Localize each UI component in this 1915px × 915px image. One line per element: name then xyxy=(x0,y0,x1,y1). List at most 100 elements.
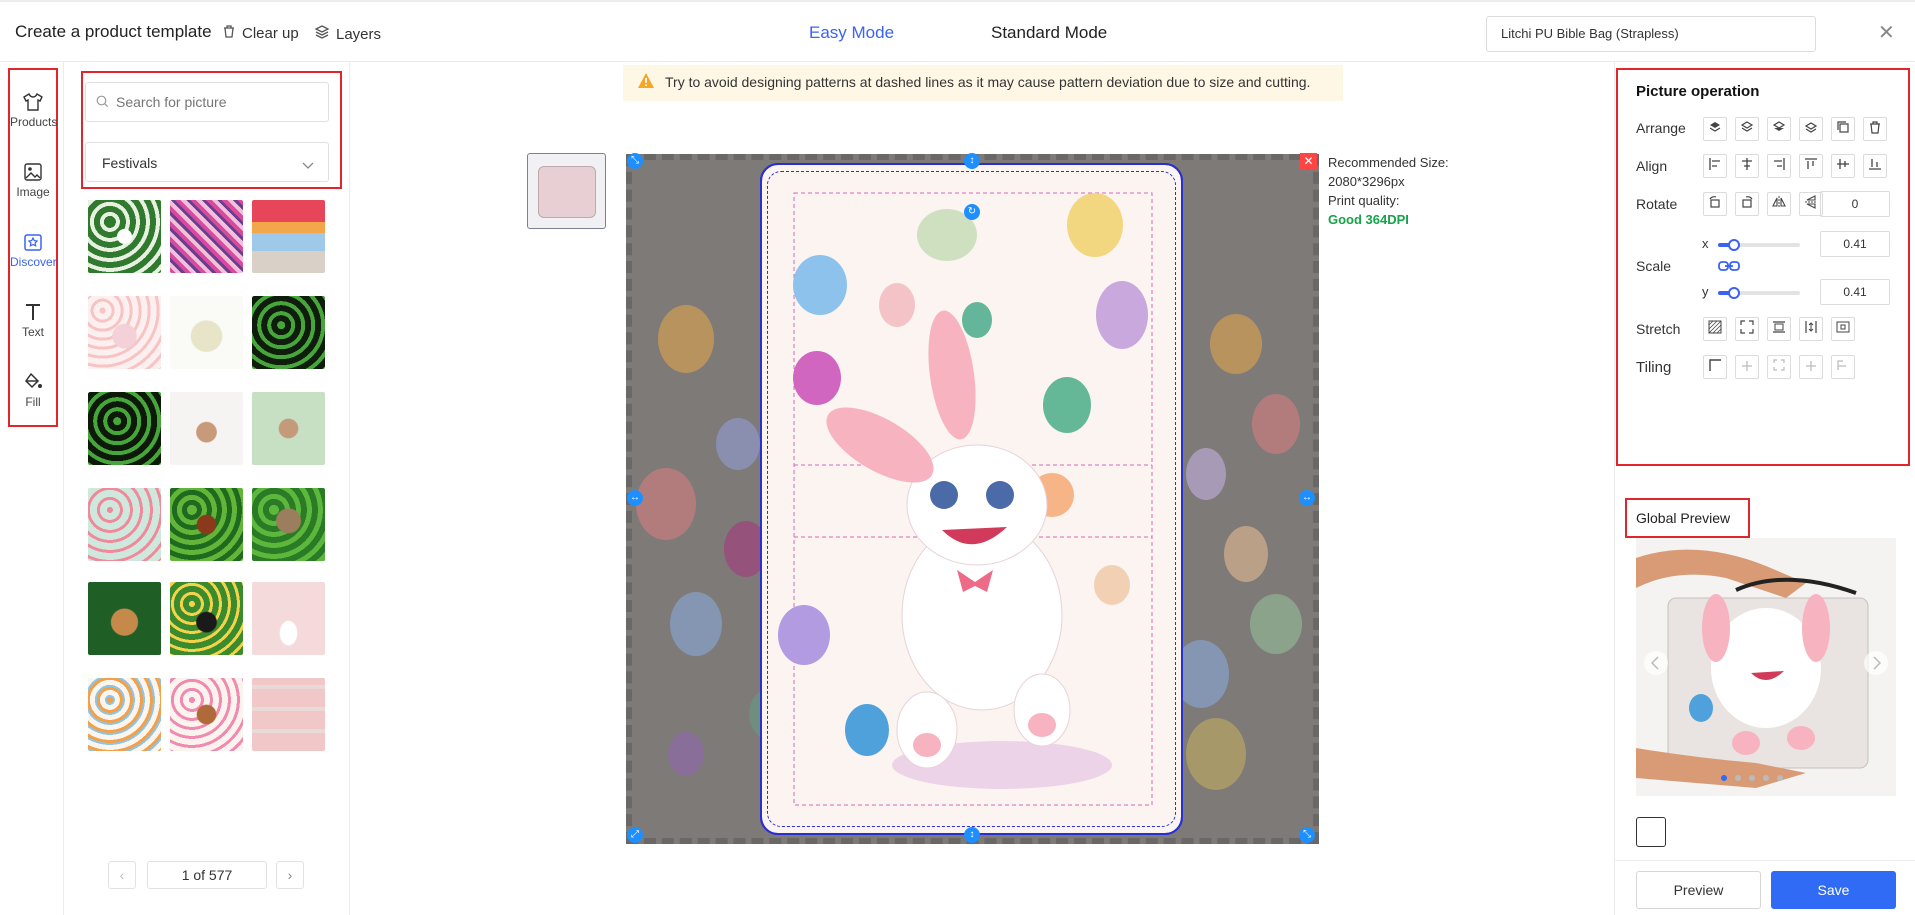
resize-handle-right[interactable]: ↔ xyxy=(1299,490,1315,506)
scale-y-input[interactable]: 0.41 xyxy=(1820,279,1890,305)
close-icon[interactable]: ✕ xyxy=(1878,20,1895,45)
duplicate-button[interactable] xyxy=(1831,117,1855,141)
sidebar-item-fill[interactable]: Fill xyxy=(10,372,56,409)
align-left-icon xyxy=(1708,157,1722,176)
chevron-left-icon[interactable] xyxy=(1650,656,1660,675)
chevron-right-icon[interactable] xyxy=(1872,656,1882,675)
layers-button[interactable]: Layers xyxy=(314,24,381,44)
align-right-button[interactable] xyxy=(1767,154,1791,178)
picture-thumbnail[interactable] xyxy=(88,200,161,273)
picture-thumbnail[interactable] xyxy=(170,296,243,369)
sidebar-item-text[interactable]: Text xyxy=(10,302,56,339)
align-center-button[interactable] xyxy=(1735,154,1759,178)
resize-handle-bottom[interactable]: ↕ xyxy=(964,827,980,843)
scale-x-slider[interactable] xyxy=(1718,239,1800,251)
align-center-icon xyxy=(1740,157,1754,176)
tiling-grid-button[interactable] xyxy=(1735,355,1759,379)
stretch-expand-button[interactable] xyxy=(1735,317,1759,341)
picture-thumbnail[interactable] xyxy=(88,582,161,655)
rotate-left-button[interactable] xyxy=(1703,192,1727,216)
resize-handle-top[interactable]: ↕ xyxy=(964,153,980,169)
preview-button[interactable]: Preview xyxy=(1636,871,1761,909)
sidebar-item-image[interactable]: Image xyxy=(10,162,56,199)
delete-button[interactable] xyxy=(1863,117,1887,141)
picture-thumbnail[interactable] xyxy=(88,678,161,751)
scale-y-slider[interactable] xyxy=(1718,287,1800,299)
resize-handle-left[interactable]: ↔ xyxy=(627,490,643,506)
next-page-button[interactable]: › xyxy=(276,861,304,889)
picture-thumbnail[interactable] xyxy=(170,392,243,465)
sidebar-item-label: Image xyxy=(16,185,50,199)
link-ratio-icon[interactable] xyxy=(1718,259,1740,278)
picture-thumbnail[interactable] xyxy=(88,392,161,465)
picture-thumbnail[interactable] xyxy=(252,678,325,751)
picture-thumbnail[interactable] xyxy=(252,582,325,655)
stretch-fill-button[interactable] xyxy=(1703,317,1727,341)
picture-thumbnail[interactable] xyxy=(252,200,325,273)
slider-knob[interactable] xyxy=(1728,239,1740,251)
align-bottom-button[interactable] xyxy=(1863,154,1887,178)
bring-forward-button[interactable] xyxy=(1735,117,1759,141)
rotate-right-button[interactable] xyxy=(1735,192,1759,216)
delete-layer-icon[interactable]: ✕ xyxy=(1300,153,1317,170)
chevron-down-icon xyxy=(302,157,314,173)
resize-handle-bottom-left[interactable]: ⤢ xyxy=(627,827,643,843)
prev-page-button[interactable]: ‹ xyxy=(108,861,136,889)
picture-thumbnail[interactable] xyxy=(252,488,325,561)
text-icon xyxy=(10,302,56,322)
picture-thumbnail[interactable] xyxy=(88,296,161,369)
rotate-label: Rotate xyxy=(1636,196,1678,212)
picture-thumbnail[interactable] xyxy=(170,678,243,751)
tab-easy-mode[interactable]: Easy Mode xyxy=(809,23,894,43)
flip-horizontal-button[interactable] xyxy=(1767,192,1791,216)
picture-thumbnail[interactable] xyxy=(88,488,161,561)
picture-thumbnail[interactable] xyxy=(252,392,325,465)
expand-icon xyxy=(1740,319,1754,339)
scale-x-label: x xyxy=(1702,236,1709,251)
tiling-offset-button[interactable] xyxy=(1831,355,1855,379)
clear-up-button[interactable]: Clear up xyxy=(222,24,299,42)
recommended-size-label: Recommended Size: xyxy=(1328,155,1449,170)
align-middle-button[interactable] xyxy=(1831,154,1855,178)
rotate-angle-input[interactable]: 0 xyxy=(1820,191,1890,217)
scale-x-input[interactable]: 0.41 xyxy=(1820,231,1890,257)
color-swatch[interactable] xyxy=(1636,817,1666,847)
save-button[interactable]: Save xyxy=(1771,871,1896,909)
tiling-none-icon xyxy=(1708,358,1722,377)
tiling-brick-button[interactable] xyxy=(1799,355,1823,379)
tiling-none-button[interactable] xyxy=(1703,355,1727,379)
search-input[interactable] xyxy=(85,82,329,122)
send-to-back-button[interactable] xyxy=(1799,117,1823,141)
picture-thumbnail[interactable] xyxy=(252,296,325,369)
stretch-height-button[interactable] xyxy=(1799,317,1823,341)
product-select[interactable]: Litchi PU Bible Bag (Strapless) xyxy=(1486,16,1816,52)
stretch-original-button[interactable] xyxy=(1831,317,1855,341)
product-side-thumbnail[interactable] xyxy=(527,153,606,229)
bring-to-front-button[interactable] xyxy=(1703,117,1727,141)
tiling-mirror-button[interactable] xyxy=(1767,355,1791,379)
send-backward-button[interactable] xyxy=(1767,117,1791,141)
trash-icon xyxy=(222,24,236,42)
resize-handle-bottom-right[interactable]: ⤡ xyxy=(1299,827,1315,843)
picture-thumbnail[interactable] xyxy=(170,488,243,561)
divider xyxy=(1614,62,1615,915)
resize-handle-top-left[interactable]: ⤡ xyxy=(627,153,643,169)
sidebar-item-discover[interactable]: Discover xyxy=(10,232,57,269)
warning-banner: Try to avoid designing patterns at dashe… xyxy=(623,65,1343,101)
category-select[interactable]: Festivals xyxy=(85,142,329,182)
sidebar-item-products[interactable]: Products xyxy=(10,92,57,129)
safe-area-outline xyxy=(767,171,1176,827)
picture-thumbnail[interactable] xyxy=(170,200,243,273)
page-indicator[interactable]: 1 of 577 xyxy=(147,861,267,889)
align-top-button[interactable] xyxy=(1799,154,1823,178)
tab-standard-mode[interactable]: Standard Mode xyxy=(991,23,1107,43)
rotate-left-icon xyxy=(1708,195,1722,214)
category-value: Festivals xyxy=(102,155,158,171)
align-left-button[interactable] xyxy=(1703,154,1727,178)
picture-thumbnail[interactable] xyxy=(170,582,243,655)
global-preview-image[interactable] xyxy=(1636,538,1896,796)
slider-knob[interactable] xyxy=(1728,287,1740,299)
stretch-width-button[interactable] xyxy=(1767,317,1791,341)
tiling-offset-icon xyxy=(1836,358,1850,377)
rotate-handle[interactable]: ↻ xyxy=(964,204,980,220)
